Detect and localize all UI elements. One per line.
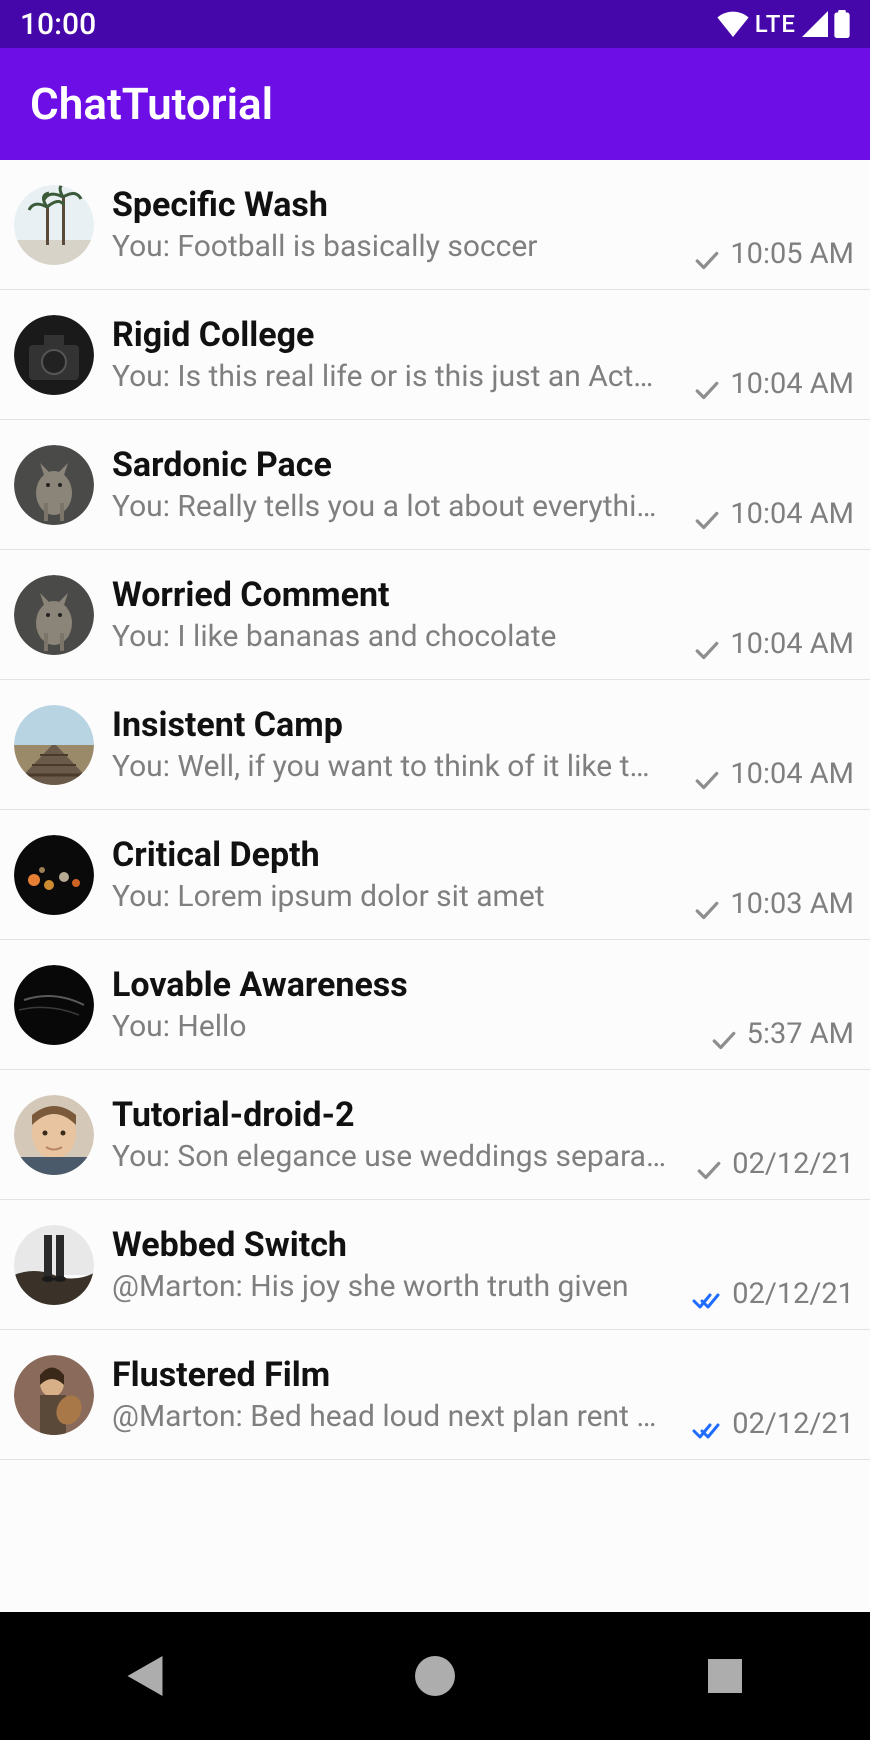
avatar — [14, 445, 94, 525]
battery-icon — [834, 10, 850, 38]
chat-name: Lovable Awareness — [112, 965, 699, 1005]
chat-row[interactable]: Insistent Camp You: Well, if you want to … — [0, 680, 870, 810]
chat-time: 10:05 AM — [730, 237, 854, 271]
chat-row[interactable]: Worried Comment You: I like bananas and c… — [0, 550, 870, 680]
chat-preview: @Marton: His joy she worth truth given — [112, 1269, 680, 1304]
chat-time: 02/12/21 — [732, 1277, 854, 1311]
chat-name: Flustered Film — [112, 1355, 680, 1395]
chat-row[interactable]: Critical Depth You: Lorem ipsum dolor sit… — [0, 810, 870, 940]
chat-body: Insistent Camp You: Well, if you want to … — [112, 705, 682, 784]
chat-time: 10:03 AM — [730, 887, 854, 921]
chat-row[interactable]: Specific Wash You: Football is basically … — [0, 160, 870, 290]
chat-name: Critical Depth — [112, 835, 682, 875]
check-sent-icon — [694, 641, 720, 661]
chat-time: 10:04 AM — [730, 757, 854, 791]
status-bar: 10:00 LTE — [0, 0, 870, 48]
nav-recent-button[interactable] — [665, 1636, 785, 1716]
chat-row[interactable]: Webbed Switch @Marton: His joy she worth … — [0, 1200, 870, 1330]
wifi-icon — [717, 11, 749, 37]
chat-preview: You: Is this real life or is this just a… — [112, 359, 682, 394]
chat-time: 10:04 AM — [730, 497, 854, 531]
chat-time: 10:04 AM — [730, 627, 854, 661]
check-sent-icon — [694, 901, 720, 921]
chat-body: Rigid College You: Is this real life or i… — [112, 315, 682, 394]
chat-meta: 10:05 AM — [682, 237, 854, 289]
chat-name: Insistent Camp — [112, 705, 682, 745]
chat-body: Critical Depth You: Lorem ipsum dolor sit… — [112, 835, 682, 914]
app-title: ChatTutorial — [30, 78, 273, 130]
avatar — [14, 835, 94, 915]
chat-preview: You: Really tells you a lot about everyt… — [112, 489, 682, 524]
chat-meta: 02/12/21 — [680, 1277, 854, 1329]
chat-time: 5:37 AM — [747, 1017, 854, 1051]
chat-meta: 10:04 AM — [682, 757, 854, 809]
chat-body: Lovable Awareness You: Hello — [112, 965, 699, 1044]
network-label: LTE — [755, 10, 796, 38]
chat-name: Rigid College — [112, 315, 682, 355]
check-sent-icon — [694, 771, 720, 791]
chat-row[interactable]: Rigid College You: Is this real life or i… — [0, 290, 870, 420]
app-bar: ChatTutorial — [0, 48, 870, 160]
chat-name: Specific Wash — [112, 185, 682, 225]
double-check-read-icon — [692, 1291, 722, 1311]
chat-meta: 02/12/21 — [684, 1147, 854, 1199]
status-time: 10:00 — [20, 7, 96, 42]
chat-preview: You: Lorem ipsum dolor sit amet — [112, 879, 682, 914]
chat-body: Tutorial-droid-2 You: Son elegance use we… — [112, 1095, 684, 1174]
chat-preview: You: Football is basically soccer — [112, 229, 682, 264]
avatar — [14, 185, 94, 265]
chat-meta: 10:04 AM — [682, 497, 854, 549]
nav-home-button[interactable] — [375, 1636, 495, 1716]
chat-time: 02/12/21 — [732, 1147, 854, 1181]
chat-body: Specific Wash You: Football is basically … — [112, 185, 682, 264]
chat-list[interactable]: Specific Wash You: Football is basically … — [0, 160, 870, 1612]
double-check-read-icon — [692, 1421, 722, 1441]
chat-meta: 10:03 AM — [682, 887, 854, 939]
avatar — [14, 1355, 94, 1435]
chat-preview: You: Hello — [112, 1009, 699, 1044]
check-sent-icon — [694, 511, 720, 531]
chat-body: Webbed Switch @Marton: His joy she worth … — [112, 1225, 680, 1304]
chat-name: Tutorial-droid-2 — [112, 1095, 684, 1135]
chat-body: Sardonic Pace You: Really tells you a lot… — [112, 445, 682, 524]
chat-preview: You: I like bananas and chocolate — [112, 619, 682, 654]
chat-meta: 02/12/21 — [680, 1407, 854, 1459]
chat-meta: 10:04 AM — [682, 627, 854, 679]
chat-row[interactable]: Sardonic Pace You: Really tells you a lot… — [0, 420, 870, 550]
chat-row[interactable]: Flustered Film @Marton: Bed head loud nex… — [0, 1330, 870, 1460]
nav-back-button[interactable] — [85, 1636, 205, 1716]
avatar — [14, 1225, 94, 1305]
chat-body: Flustered Film @Marton: Bed head loud nex… — [112, 1355, 680, 1434]
chat-time: 02/12/21 — [732, 1407, 854, 1441]
chat-preview: @Marton: Bed head loud next plan rent … — [112, 1399, 680, 1434]
check-sent-icon — [694, 251, 720, 271]
device-screen: 10:00 LTE ChatTutorial Specific Wash You:… — [0, 0, 870, 1740]
chat-meta: 5:37 AM — [699, 1017, 854, 1069]
avatar — [14, 575, 94, 655]
navigation-bar — [0, 1612, 870, 1740]
check-sent-icon — [711, 1031, 737, 1051]
chat-name: Webbed Switch — [112, 1225, 680, 1265]
chat-preview: You: Well, if you want to think of it li… — [112, 749, 682, 784]
chat-name: Sardonic Pace — [112, 445, 682, 485]
avatar — [14, 1095, 94, 1175]
avatar — [14, 965, 94, 1045]
avatar — [14, 315, 94, 395]
check-sent-icon — [696, 1161, 722, 1181]
chat-body: Worried Comment You: I like bananas and c… — [112, 575, 682, 654]
chat-row[interactable]: Lovable Awareness You: Hello 5:37 AM — [0, 940, 870, 1070]
chat-preview: You: Son elegance use weddings separa… — [112, 1139, 684, 1174]
chat-name: Worried Comment — [112, 575, 682, 615]
avatar — [14, 705, 94, 785]
chat-meta: 10:04 AM — [682, 367, 854, 419]
status-icons: LTE — [717, 10, 850, 38]
chat-row[interactable]: Tutorial-droid-2 You: Son elegance use we… — [0, 1070, 870, 1200]
signal-icon — [802, 11, 828, 37]
check-sent-icon — [694, 381, 720, 401]
chat-time: 10:04 AM — [730, 367, 854, 401]
